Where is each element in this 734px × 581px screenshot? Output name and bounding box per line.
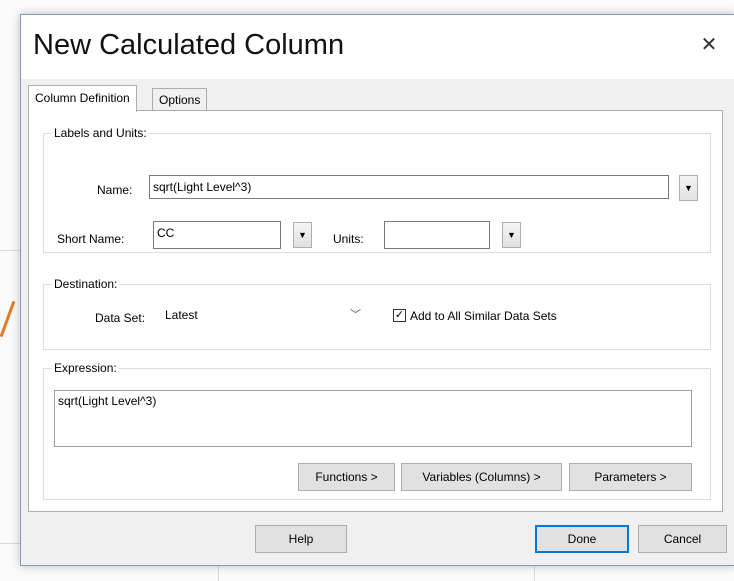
dialog-title: New Calculated Column: [33, 29, 345, 61]
expression-input[interactable]: sqrt(Light Level^3): [54, 390, 692, 447]
units-input[interactable]: [384, 221, 490, 249]
close-button[interactable]: ✕: [695, 31, 723, 59]
variables-button[interactable]: Variables (Columns) >: [401, 463, 562, 491]
labels-units-legend: Labels and Units:: [52, 126, 149, 140]
name-label: Name:: [97, 183, 133, 197]
expression-legend: Expression:: [52, 361, 119, 375]
help-button[interactable]: Help: [255, 525, 347, 553]
tab-column-definition-label: Column Definition: [35, 91, 130, 105]
close-icon: ✕: [700, 34, 718, 56]
done-button[interactable]: Done: [535, 525, 629, 553]
background-gridline: [0, 250, 20, 251]
name-dropdown-button[interactable]: ▼: [679, 175, 698, 201]
dropdown-arrow-icon: ▼: [298, 230, 307, 240]
dropdown-arrow-icon: ▼: [507, 230, 516, 240]
short-name-label: Short Name:: [57, 232, 125, 246]
column-definition-panel: Labels and Units: Name: sqrt(Light Level…: [28, 110, 723, 512]
tab-options[interactable]: Options: [152, 88, 208, 111]
check-icon: ✓: [394, 309, 405, 321]
short-name-dropdown-button[interactable]: ▼: [293, 222, 312, 248]
dialog-title-bar: New Calculated Column ✕: [21, 15, 734, 79]
cancel-button[interactable]: Cancel: [638, 525, 727, 553]
tab-options-label: Options: [159, 93, 201, 107]
units-label: Units:: [333, 232, 364, 246]
name-input[interactable]: sqrt(Light Level^3): [149, 175, 669, 199]
dropdown-arrow-icon: ▼: [684, 183, 693, 193]
add-all-checkbox[interactable]: ✓: [393, 309, 406, 322]
chevron-down-icon: ﹀: [350, 309, 361, 321]
short-name-input[interactable]: CC: [153, 221, 281, 249]
destination-legend: Destination:: [52, 277, 120, 291]
data-set-select[interactable]: Latest ﹀: [161, 304, 368, 326]
functions-button[interactable]: Functions >: [298, 463, 395, 491]
background-gridline: [0, 543, 20, 544]
tab-column-definition[interactable]: Column Definition: [28, 85, 137, 112]
units-dropdown-button[interactable]: ▼: [502, 222, 521, 248]
parameters-button[interactable]: Parameters >: [569, 463, 692, 491]
data-set-label: Data Set:: [95, 311, 146, 325]
background-plot-line: [0, 300, 16, 338]
new-calculated-column-dialog: New Calculated Column ✕ Options Column D…: [20, 14, 734, 566]
background-gridline: [218, 564, 219, 581]
background-gridline: [534, 564, 535, 581]
data-set-value: Latest: [165, 308, 198, 322]
add-all-label: Add to All Similar Data Sets: [410, 309, 557, 323]
